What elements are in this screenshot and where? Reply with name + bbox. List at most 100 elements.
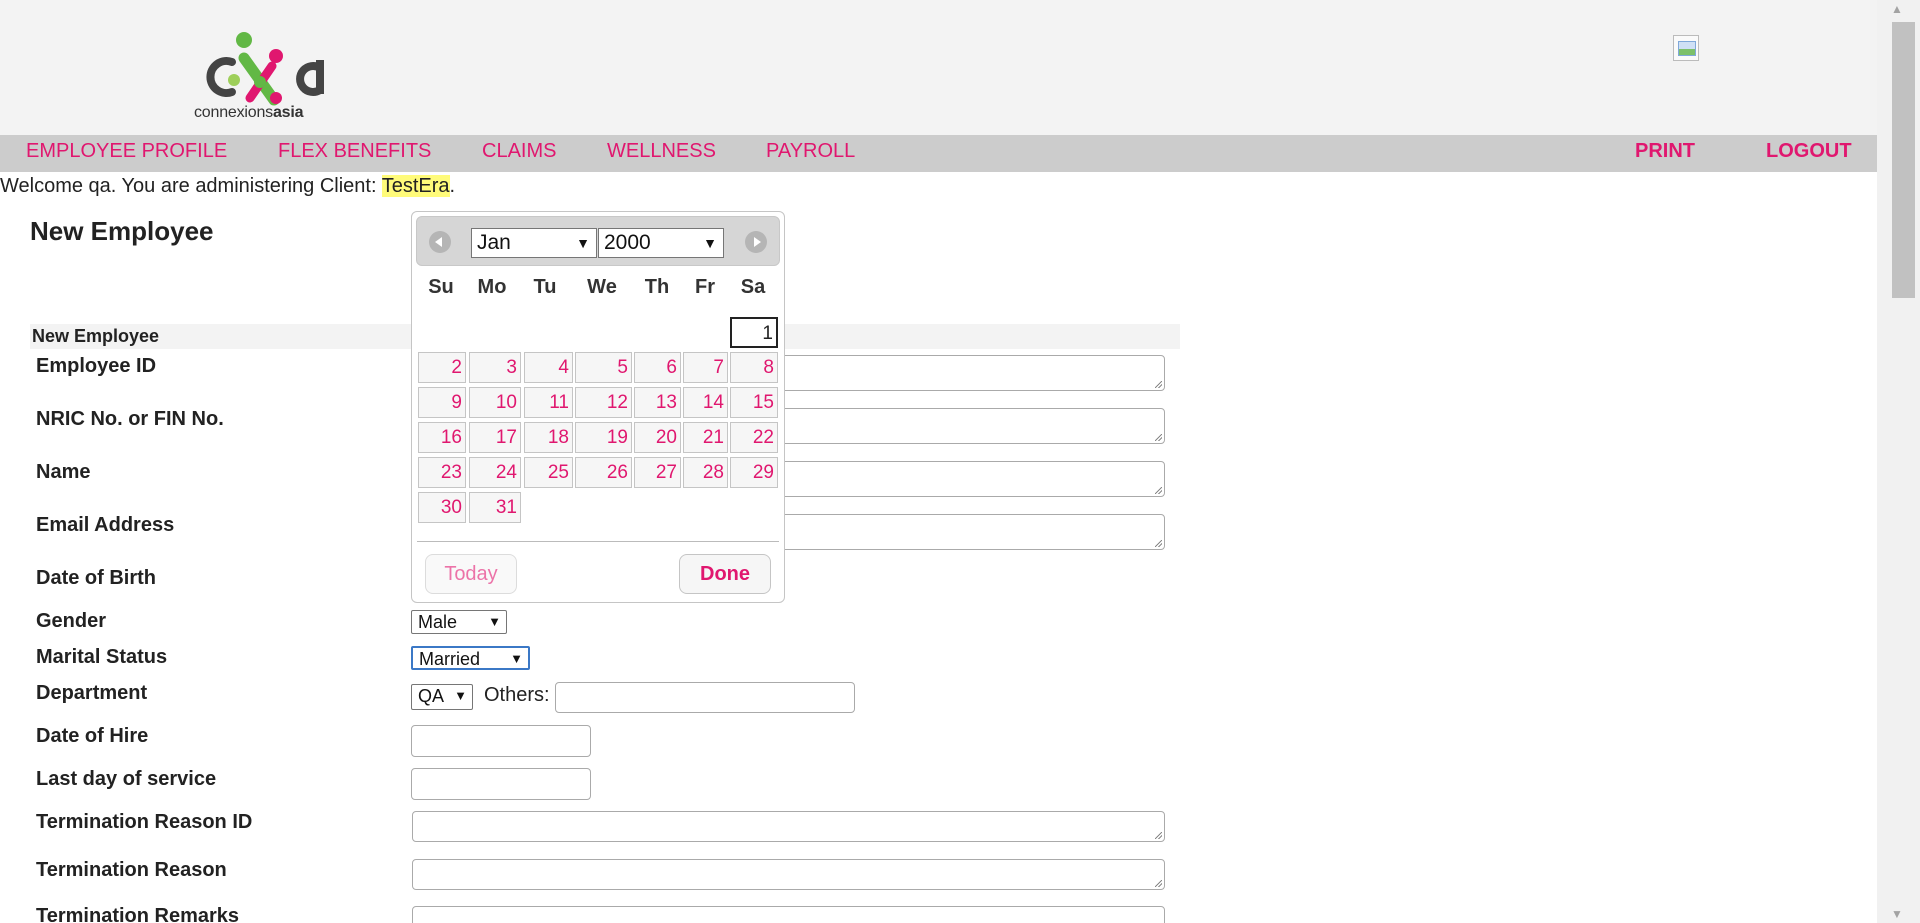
company-logo[interactable]: connexionsasia bbox=[188, 28, 338, 128]
label-email: Email Address bbox=[36, 514, 175, 536]
label-department: Department bbox=[36, 682, 148, 704]
department-others-input[interactable] bbox=[555, 682, 855, 713]
label-termination-reason-id: Termination Reason ID bbox=[36, 811, 253, 833]
nav-employee-profile[interactable]: EMPLOYEE PROFILE bbox=[26, 135, 227, 167]
termination-remarks-field[interactable] bbox=[412, 906, 1165, 923]
month-select[interactable]: Jan ▼ bbox=[471, 228, 597, 258]
termination-reason-field[interactable] bbox=[412, 859, 1165, 890]
main-nav: EMPLOYEE PROFILE FLEX BENEFITS CLAIMS WE… bbox=[0, 135, 1877, 172]
calendar-day[interactable]: 12 bbox=[575, 387, 632, 418]
calendar-day[interactable]: 4 bbox=[524, 352, 573, 383]
logo-text-plain: connexions bbox=[194, 104, 273, 121]
calendar-day[interactable]: 19 bbox=[575, 422, 632, 453]
label-gender: Gender bbox=[36, 610, 107, 632]
department-value: QA bbox=[418, 686, 445, 706]
calendar-day[interactable]: 6 bbox=[634, 352, 681, 383]
welcome-message: Welcome qa. You are administering Client… bbox=[0, 172, 455, 200]
label-date-of-hire: Date of Hire bbox=[36, 725, 149, 747]
label-employee-id: Employee ID bbox=[36, 355, 157, 377]
calendar-day[interactable]: 30 bbox=[418, 492, 466, 523]
calendar-day[interactable]: 7 bbox=[683, 352, 728, 383]
date-of-hire-input[interactable] bbox=[411, 725, 591, 757]
scrollbar-thumb[interactable] bbox=[1892, 22, 1915, 298]
calendar-day[interactable]: 25 bbox=[524, 457, 573, 488]
header: connexionsasia bbox=[0, 0, 1877, 135]
chevron-down-icon: ▼ bbox=[576, 235, 590, 251]
weekday-header: Sa bbox=[740, 276, 766, 298]
datepicker-divider bbox=[417, 541, 779, 542]
calendar-day[interactable]: 13 bbox=[634, 387, 681, 418]
vertical-scrollbar[interactable]: ▲ ▼ bbox=[1877, 0, 1920, 923]
logo-mark bbox=[206, 32, 324, 106]
datepicker-header: Jan ▼ 2000 ▼ bbox=[416, 216, 780, 266]
logo-text: connexionsasia bbox=[194, 104, 303, 122]
calendar-day[interactable]: 23 bbox=[418, 457, 466, 488]
calendar-day[interactable]: 20 bbox=[634, 422, 681, 453]
calendar-day[interactable]: 29 bbox=[730, 457, 778, 488]
client-name: TestEra bbox=[381, 175, 450, 197]
calendar-day[interactable]: 3 bbox=[469, 352, 521, 383]
chevron-down-icon: ▼ bbox=[454, 688, 467, 703]
calendar-day[interactable]: 26 bbox=[575, 457, 632, 488]
weekday-header: Fr bbox=[695, 276, 715, 298]
last-day-of-service-input[interactable] bbox=[411, 768, 591, 800]
calendar-day[interactable]: 24 bbox=[469, 457, 521, 488]
print-link[interactable]: PRINT bbox=[1635, 135, 1695, 167]
calendar-day[interactable]: 18 bbox=[524, 422, 573, 453]
label-termination-remarks: Termination Remarks bbox=[36, 905, 240, 923]
weekday-header: Tu bbox=[533, 276, 557, 298]
marital-status-select[interactable]: Married ▼ bbox=[411, 646, 530, 670]
calendar-day[interactable]: 27 bbox=[634, 457, 681, 488]
calendar-day[interactable]: 17 bbox=[469, 422, 521, 453]
gender-value: Male bbox=[418, 612, 458, 632]
month-value: Jan bbox=[477, 231, 511, 254]
label-nric: NRIC No. or FIN No. bbox=[36, 408, 224, 430]
weekday-header: Th bbox=[644, 276, 670, 298]
page: connexionsasia EMPLOYEE PROFILE FLEX BEN… bbox=[0, 0, 1877, 923]
calendar-day[interactable]: 31 bbox=[469, 492, 521, 523]
scroll-up-icon[interactable]: ▲ bbox=[1891, 2, 1903, 16]
logo-text-bold: asia bbox=[272, 104, 304, 121]
weekday-header: We bbox=[587, 276, 617, 298]
nav-wellness[interactable]: WELLNESS bbox=[607, 135, 716, 167]
chevron-down-icon: ▼ bbox=[510, 651, 523, 666]
scroll-down-icon[interactable]: ▼ bbox=[1891, 907, 1903, 921]
calendar-day[interactable]: 14 bbox=[683, 387, 728, 418]
welcome-suffix: . bbox=[449, 175, 456, 197]
calendar-day[interactable]: 9 bbox=[418, 387, 466, 418]
prev-month-icon[interactable] bbox=[429, 231, 451, 253]
calendar-day[interactable]: 22 bbox=[730, 422, 778, 453]
calendar-day[interactable]: 15 bbox=[730, 387, 778, 418]
chevron-down-icon: ▼ bbox=[703, 235, 717, 251]
calendar-day[interactable]: 28 bbox=[683, 457, 728, 488]
done-button[interactable]: Done bbox=[679, 554, 771, 594]
year-select[interactable]: 2000 ▼ bbox=[598, 228, 724, 258]
department-select[interactable]: QA ▼ bbox=[411, 684, 473, 710]
label-dob: Date of Birth bbox=[36, 567, 156, 589]
broken-image-icon bbox=[1673, 35, 1699, 61]
chevron-down-icon: ▼ bbox=[488, 614, 501, 629]
logout-link[interactable]: LOGOUT bbox=[1766, 135, 1852, 167]
label-marital-status: Marital Status bbox=[36, 646, 168, 668]
gender-select[interactable]: Male ▼ bbox=[411, 610, 507, 634]
calendar-day[interactable]: 21 bbox=[683, 422, 728, 453]
calendar-day[interactable]: 5 bbox=[575, 352, 632, 383]
termination-reason-id-field[interactable] bbox=[412, 811, 1165, 842]
page-title: New Employee bbox=[30, 216, 214, 246]
marital-status-value: Married bbox=[419, 649, 481, 669]
calendar-day[interactable]: 1 bbox=[730, 317, 778, 348]
weekday-header: Su bbox=[428, 276, 454, 298]
year-value: 2000 bbox=[604, 231, 651, 254]
nav-claims[interactable]: CLAIMS bbox=[482, 135, 556, 167]
calendar-day[interactable]: 10 bbox=[469, 387, 521, 418]
welcome-prefix: Welcome qa. You are administering Client… bbox=[0, 175, 382, 197]
today-button[interactable]: Today bbox=[425, 554, 517, 594]
datepicker: Jan ▼ 2000 ▼ Su Mo Tu We Th Fr Sa 1 2 3 4 … bbox=[411, 211, 785, 603]
next-month-icon[interactable] bbox=[745, 231, 767, 253]
calendar-day[interactable]: 16 bbox=[418, 422, 466, 453]
nav-flex-benefits[interactable]: FLEX BENEFITS bbox=[278, 135, 431, 167]
calendar-day[interactable]: 2 bbox=[418, 352, 466, 383]
calendar-day[interactable]: 11 bbox=[524, 387, 573, 418]
nav-payroll[interactable]: PAYROLL bbox=[766, 135, 855, 167]
calendar-day[interactable]: 8 bbox=[730, 352, 778, 383]
